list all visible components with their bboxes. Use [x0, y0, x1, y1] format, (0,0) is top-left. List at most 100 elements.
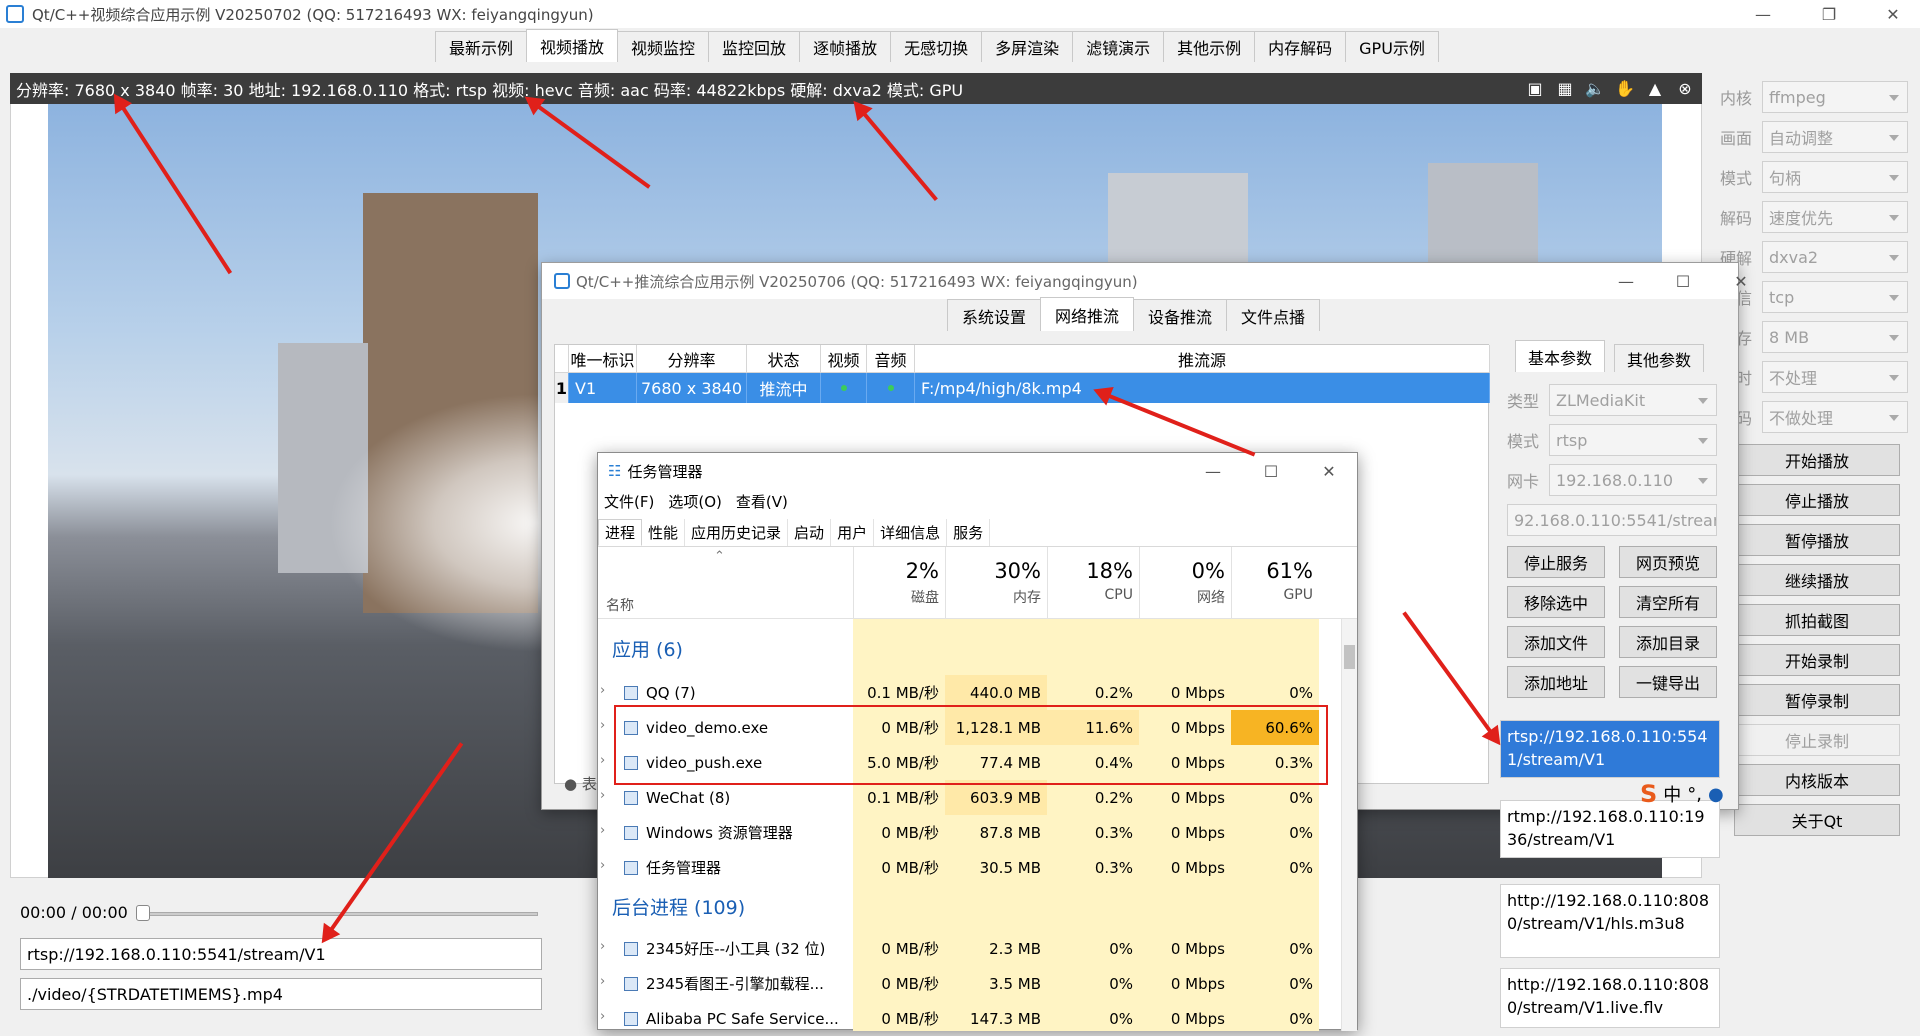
process-row[interactable]: › WeChat (8) 0.1 MB/秒 603.9 MB 0.2% 0 Mbps 0% [598, 780, 1340, 815]
col-source[interactable]: 推流源 [915, 345, 1490, 373]
col-disk[interactable]: 2% 磁盘 [853, 547, 945, 619]
ime-chinese-mode[interactable]: 中 [1663, 781, 1681, 807]
cell-resolution[interactable]: 7680 x 3840 [637, 373, 747, 403]
kernel-select[interactable]: ffmpeg [1762, 81, 1908, 113]
url-flv[interactable]: http://192.168.0.110:8080/stream/V1.live… [1500, 968, 1720, 1028]
col-cpu[interactable]: 18% CPU [1047, 547, 1139, 619]
resume-play-button[interactable]: 继续播放 [1734, 564, 1900, 596]
minimize-icon[interactable]: — [1740, 0, 1786, 28]
col-video[interactable]: 视频 [821, 345, 867, 373]
mute-icon[interactable]: 🔈 [1584, 77, 1606, 99]
tab-filter[interactable]: 滤镜演示 [1072, 31, 1165, 62]
tab-frame-by-frame[interactable]: 逐帧播放 [799, 31, 892, 62]
process-row[interactable]: › 2345看图王-引擎加载程... 0 MB/秒 3.5 MB 0% 0 Mbps 0% [598, 966, 1340, 1001]
hwdecode-select[interactable]: dxva2 [1762, 241, 1908, 273]
expand-chevron-icon[interactable]: › [600, 788, 605, 803]
taskmgr-scrollbar[interactable] [1341, 619, 1357, 1031]
close-video-icon[interactable]: ⊗ [1674, 77, 1696, 99]
decode-select[interactable]: 速度优先 [1762, 201, 1908, 233]
record-path-input[interactable]: ./video/{STRDATETIMEMS}.mp4 [20, 978, 542, 1010]
tab-services[interactable]: 服务 [947, 519, 991, 546]
tab-seamless-switch[interactable]: 无感切换 [890, 31, 983, 62]
ime-punctuation[interactable]: °, [1687, 784, 1702, 805]
delay-select[interactable]: 不处理 [1762, 361, 1908, 393]
tab-other[interactable]: 其他示例 [1163, 31, 1256, 62]
tab-file-vod[interactable]: 文件点播 [1226, 299, 1321, 331]
process-row[interactable]: › Alibaba PC Safe Service... 0 MB/秒 147.3 M… [598, 1001, 1340, 1036]
transport-select[interactable]: tcp [1762, 281, 1908, 313]
tab-device-push[interactable]: 设备推流 [1133, 299, 1228, 331]
stop-record-button[interactable]: 停止录制 [1734, 724, 1900, 756]
push-type-select[interactable]: ZLMediaKit [1549, 384, 1717, 416]
url-rtsp[interactable]: rtsp://192.168.0.110:5541/stream/V1 [1500, 720, 1720, 778]
mode-select[interactable]: 句柄 [1762, 161, 1908, 193]
process-row[interactable]: › 任务管理器 0 MB/秒 30.5 MB 0.3% 0 Mbps 0% [598, 850, 1340, 885]
col-resolution[interactable]: 分辨率 [637, 345, 747, 373]
push-maximize-icon[interactable]: ☐ [1660, 267, 1706, 295]
tab-memory-decode[interactable]: 内存解码 [1254, 31, 1347, 62]
add-dir-button[interactable]: 添加目录 [1619, 626, 1717, 658]
microphone-icon[interactable]: ● [1708, 784, 1724, 805]
pause-play-button[interactable]: 暂停播放 [1734, 524, 1900, 556]
url-hls[interactable]: http://192.168.0.110:8080/stream/V1/hls.… [1500, 884, 1720, 958]
url-rtmp[interactable]: rtmp://192.168.0.110:1936/stream/V1 [1500, 800, 1720, 858]
tab-video-play[interactable]: 视频播放 [526, 29, 619, 62]
expand-chevron-icon[interactable]: › [600, 1009, 605, 1024]
slider-handle[interactable] [136, 905, 150, 921]
record-icon[interactable]: ▣ [1524, 77, 1546, 99]
expand-chevron-icon[interactable]: › [600, 753, 605, 768]
add-address-button[interactable]: 添加地址 [1507, 666, 1605, 698]
tab-app-history[interactable]: 应用历史记录 [685, 519, 789, 546]
scale-select[interactable]: 自动调整 [1762, 121, 1908, 153]
start-record-button[interactable]: 开始录制 [1734, 644, 1900, 676]
menu-view[interactable]: 查看(V) [736, 491, 788, 512]
remove-selected-button[interactable]: 移除选中 [1507, 586, 1605, 618]
maximize-icon[interactable]: ❐ [1806, 0, 1852, 28]
url-input[interactable]: rtsp://192.168.0.110:5541/stream/V1 [20, 938, 542, 970]
tm-maximize-icon[interactable]: ☐ [1248, 457, 1294, 485]
push-minimize-icon[interactable]: — [1603, 267, 1649, 295]
add-file-button[interactable]: 添加文件 [1507, 626, 1605, 658]
expand-chevron-icon[interactable]: › [600, 823, 605, 838]
close-icon[interactable]: ✕ [1870, 0, 1916, 28]
start-play-button[interactable]: 开始播放 [1734, 444, 1900, 476]
alarm-icon[interactable]: ▲ [1644, 77, 1666, 99]
cell-status[interactable]: 推流中 [747, 373, 821, 403]
menu-options[interactable]: 选项(O) [668, 491, 722, 512]
push-addr-input[interactable]: 92.168.0.110:5541/stream [1507, 504, 1717, 536]
web-preview-button[interactable]: 网页预览 [1619, 546, 1717, 578]
push-close-icon[interactable]: ✕ [1718, 267, 1764, 295]
tab-users[interactable]: 用户 [831, 519, 875, 546]
tab-multi-screen[interactable]: 多屏渲染 [981, 31, 1074, 62]
col-network[interactable]: 0% 网络 [1139, 547, 1231, 619]
radio-icon[interactable]: ● [564, 775, 577, 793]
clear-all-button[interactable]: 清空所有 [1619, 586, 1717, 618]
push-nic-select[interactable]: 192.168.0.110 [1549, 464, 1717, 496]
expand-chevron-icon[interactable]: › [600, 974, 605, 989]
stop-play-button[interactable]: 停止播放 [1734, 484, 1900, 516]
col-id[interactable]: 唯一标识 [569, 345, 637, 373]
cell-id[interactable]: V1 [569, 373, 637, 403]
push-mode-select[interactable]: rtsp [1549, 424, 1717, 456]
snapshot-icon[interactable]: ▦ [1554, 77, 1576, 99]
col-gpu[interactable]: 61% GPU [1231, 547, 1319, 619]
process-row[interactable]: › Windows 资源管理器 0 MB/秒 87.8 MB 0.3% 0 Mbps 0% [598, 815, 1340, 850]
cell-video[interactable] [821, 373, 867, 403]
hand-icon[interactable]: ✋ [1614, 77, 1636, 99]
tab-system-settings[interactable]: 系统设置 [947, 299, 1042, 331]
process-row[interactable]: › 2345好压--小工具 (32 位) 0 MB/秒 2.3 MB 0% 0 Mbps 0… [598, 931, 1340, 966]
stop-service-button[interactable]: 停止服务 [1507, 546, 1605, 578]
tm-close-icon[interactable]: ✕ [1306, 457, 1352, 485]
tab-other-params[interactable]: 其他参数 [1614, 344, 1705, 372]
expand-chevron-icon[interactable]: › [600, 939, 605, 954]
expand-chevron-icon[interactable]: › [600, 718, 605, 733]
tm-minimize-icon[interactable]: — [1190, 457, 1236, 485]
cache-select[interactable]: 8 MB [1762, 321, 1908, 353]
encode-select[interactable]: 不做处理 [1762, 401, 1908, 433]
tab-processes[interactable]: 进程 [598, 519, 643, 546]
pause-record-button[interactable]: 暂停录制 [1734, 684, 1900, 716]
scrollbar-thumb[interactable] [1344, 645, 1355, 669]
tab-basic-params[interactable]: 基本参数 [1515, 340, 1606, 372]
tab-gpu[interactable]: GPU示例 [1345, 31, 1439, 62]
tab-performance[interactable]: 性能 [642, 519, 686, 546]
